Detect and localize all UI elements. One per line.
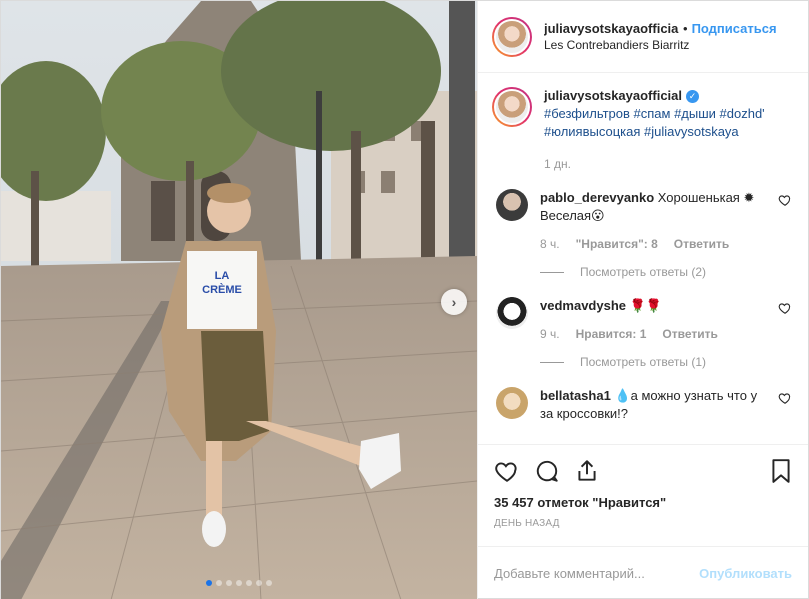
comment-item: pablo_derevyanko Хорошенькая ✹ Веселая😮 …: [492, 189, 792, 281]
header-separator: •: [683, 20, 688, 36]
photo-illustration: LA CRÈME: [1, 1, 477, 599]
reply-button[interactable]: Ответить: [662, 325, 717, 343]
comment-item: vedmavdyshe 🌹🌹 9 ч. Нравится: 1 Ответить…: [492, 297, 792, 371]
bag-text-1: LA: [215, 270, 230, 282]
comment-avatar[interactable]: [496, 297, 528, 329]
likes-count[interactable]: 35 457 отметок "Нравится": [494, 495, 794, 510]
caption-hashtags-2[interactable]: #юлиявысоцкая #juliavysotskaya: [544, 123, 765, 141]
bag-text-2: CRÈME: [202, 283, 242, 296]
carousel-dot: [266, 580, 272, 586]
view-replies-button[interactable]: Посмотреть ответы (2): [540, 263, 760, 281]
caption-username[interactable]: juliavysotskayaofficial: [544, 88, 682, 103]
comment-item: bellatasha1 💧а можно узнать что у за кро…: [492, 387, 792, 423]
chevron-right-icon: ›: [451, 294, 457, 310]
comment-username[interactable]: bellatasha1: [540, 388, 611, 403]
comment-avatar[interactable]: [496, 387, 528, 419]
carousel-dot: [256, 580, 262, 586]
bookmark-icon[interactable]: [768, 458, 794, 484]
heart-icon[interactable]: [494, 458, 520, 484]
publish-button[interactable]: Опубликовать: [699, 566, 792, 581]
comments-list[interactable]: juliavysotskayaofficial ✓ #безфильтров #с…: [478, 73, 808, 444]
avatar[interactable]: [492, 16, 532, 57]
comment-username[interactable]: pablo_derevyanko: [540, 190, 654, 205]
post-actions: 35 457 отметок "Нравится" ДЕНЬ НАЗАД: [478, 444, 808, 546]
caption-avatar[interactable]: [492, 87, 532, 127]
like-comment-heart-icon[interactable]: [778, 301, 792, 315]
post-photo[interactable]: LA CRÈME ›: [1, 1, 477, 599]
comment-avatar[interactable]: [496, 189, 528, 221]
post-header: juliavysotskayaofficial • Подписаться Le…: [478, 1, 808, 73]
carousel-dot: [206, 580, 212, 586]
share-icon[interactable]: [574, 458, 600, 484]
comment-time: 8 ч.: [540, 237, 560, 251]
caption: juliavysotskayaofficial ✓ #безфильтров #с…: [492, 87, 792, 173]
location-link[interactable]: Les Contrebandiers Biarritz: [544, 37, 777, 54]
carousel-dot: [236, 580, 242, 586]
caption-time: 1 дн.: [544, 157, 571, 171]
header-username[interactable]: juliavysotskayaofficial: [544, 20, 679, 37]
caption-hashtags-1[interactable]: #безфильтров #спам #дыши #dozhd': [544, 105, 765, 123]
carousel-dot: [226, 580, 232, 586]
comment-input[interactable]: [494, 566, 700, 581]
next-photo-button[interactable]: ›: [441, 289, 467, 315]
view-replies-label: Посмотреть ответы (2): [580, 265, 707, 279]
like-comment-heart-icon[interactable]: [778, 391, 792, 405]
comment-time: 9 ч.: [540, 327, 560, 341]
comment-text: 🌹🌹: [629, 298, 662, 313]
post-dialog: LA CRÈME › juliavysotskayaofficial • Под…: [0, 0, 809, 599]
post-panel: juliavysotskayaofficial • Подписаться Le…: [477, 1, 808, 599]
comment-likes[interactable]: "Нравится": 8: [576, 235, 658, 253]
verified-badge-icon: ✓: [686, 90, 700, 104]
follow-button[interactable]: Подписаться: [692, 20, 777, 37]
like-comment-heart-icon[interactable]: [778, 193, 792, 207]
carousel-dot: [246, 580, 252, 586]
reply-button[interactable]: Ответить: [674, 235, 729, 253]
comment-icon[interactable]: [534, 458, 560, 484]
add-comment-bar: Опубликовать: [478, 546, 808, 599]
comment-likes[interactable]: Нравится: 1: [576, 325, 647, 343]
view-replies-button[interactable]: Посмотреть ответы (1): [540, 353, 760, 371]
comment-username[interactable]: vedmavdyshe: [540, 298, 626, 313]
carousel-indicator: [1, 580, 477, 586]
carousel-dot: [216, 580, 222, 586]
view-replies-label: Посмотреть ответы (1): [580, 355, 707, 369]
post-timestamp: ДЕНЬ НАЗАД: [494, 518, 560, 529]
